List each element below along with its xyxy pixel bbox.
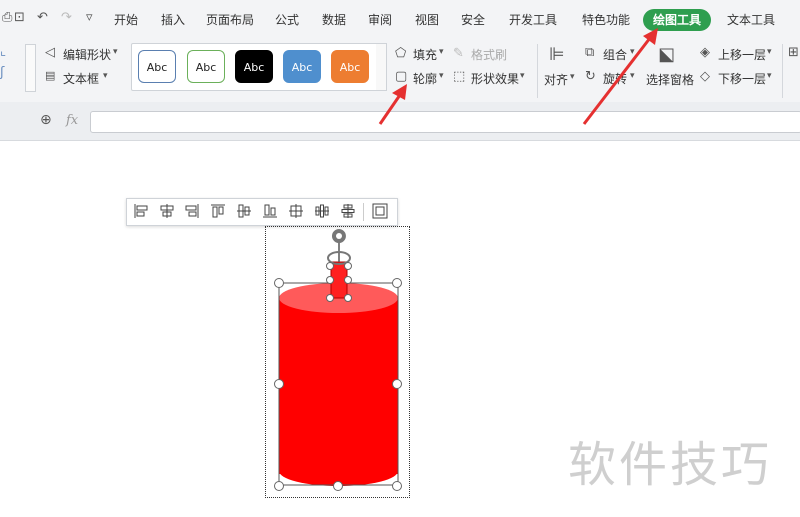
resize-handle[interactable] (274, 278, 284, 288)
resize-handle[interactable] (392, 278, 402, 288)
resize-handle[interactable] (344, 262, 352, 270)
resize-handle[interactable] (326, 294, 334, 302)
resize-handle[interactable] (392, 481, 402, 491)
resize-handle[interactable] (333, 481, 343, 491)
resize-handle[interactable] (326, 262, 334, 270)
resize-handle[interactable] (344, 294, 352, 302)
resize-handle[interactable] (274, 379, 284, 389)
resize-handle[interactable] (344, 276, 352, 284)
resize-handle[interactable] (392, 379, 402, 389)
resize-handle[interactable] (274, 481, 284, 491)
watermark: 软件技巧 (568, 437, 773, 493)
resize-handle[interactable] (326, 276, 334, 284)
